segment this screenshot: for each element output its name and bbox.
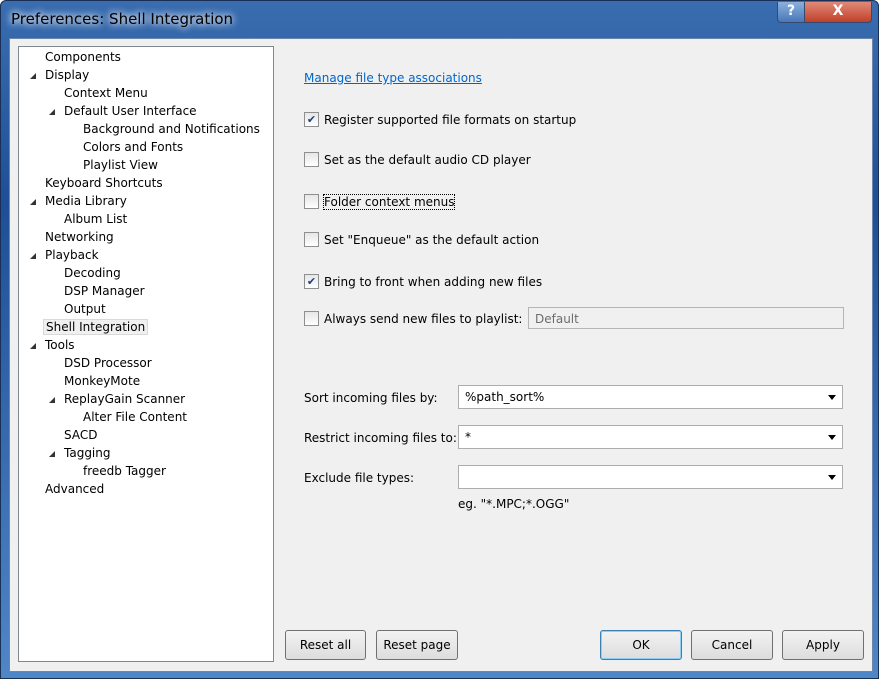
dialog-client: Components Display Context Menu Default Use…	[9, 38, 873, 672]
tree-item-label: Decoding	[64, 266, 121, 280]
sort-combo[interactable]: %path_sort%	[458, 385, 843, 409]
tree-item[interactable]: MonkeyMote	[62, 373, 142, 390]
tree-item[interactable]: Keyboard Shortcuts	[43, 175, 165, 192]
expand-triangle-icon[interactable]	[30, 73, 36, 79]
tree-item-label: Alter File Content	[83, 410, 187, 424]
reset-page-button[interactable]: Reset page	[376, 630, 458, 660]
dialog-window: Preferences: Shell Integration ? X Compo…	[0, 0, 879, 679]
tree-item-label: Shell Integration	[43, 319, 149, 335]
tree-item-label: Tools	[45, 338, 75, 352]
tree-item[interactable]: DSP Manager	[62, 283, 147, 300]
reset-all-button[interactable]: Reset all	[285, 630, 366, 660]
checkbox-box	[304, 194, 319, 209]
tree-item-label: Tagging	[64, 446, 111, 460]
register-formats-checkbox[interactable]: ✔ Register supported file formats on star…	[304, 112, 576, 128]
checkbox-box: ✔	[304, 112, 319, 127]
tree-item-label: Keyboard Shortcuts	[45, 176, 163, 190]
expand-triangle-icon[interactable]	[49, 109, 55, 115]
tree-item-label: freedb Tagger	[83, 464, 166, 478]
expand-triangle-icon[interactable]	[30, 199, 36, 205]
chevron-down-icon	[828, 435, 836, 440]
help-button[interactable]: ?	[777, 2, 805, 23]
window-title: Preferences: Shell Integration	[11, 10, 234, 28]
tree-item[interactable]: Alter File Content	[81, 409, 189, 426]
tree-item-label: ReplayGain Scanner	[64, 392, 186, 406]
tree-item-label: Colors and Fonts	[83, 140, 184, 154]
tree-item[interactable]: Background and Notifications	[81, 121, 262, 138]
tree-item[interactable]: Networking	[43, 229, 116, 246]
exclude-combo[interactable]	[458, 465, 843, 489]
tree-item-label: Networking	[45, 230, 114, 244]
checkbox-box	[304, 232, 319, 247]
tree-item[interactable]: Advanced	[43, 481, 106, 498]
apply-button[interactable]: Apply	[782, 630, 864, 660]
preferences-tree[interactable]: Components Display Context Menu Default Use…	[18, 46, 274, 662]
folder-context-menus-checkbox[interactable]: Folder context menus	[304, 194, 456, 210]
tree-item[interactable]: Default User Interface	[49, 103, 199, 120]
close-button[interactable]: X	[804, 2, 872, 23]
playlist-name-input[interactable]: Default	[528, 307, 844, 329]
tree-item-label: DSD Processor	[64, 356, 152, 370]
tree-item-label: Display	[45, 68, 90, 82]
sort-label: Sort incoming files by:	[304, 391, 438, 405]
tree-item-label: Playlist View	[83, 158, 158, 172]
cancel-button[interactable]: Cancel	[691, 630, 773, 660]
tree-item[interactable]: Playlist View	[81, 157, 160, 174]
restrict-label: Restrict incoming files to:	[304, 431, 457, 445]
tree-item-label: DSP Manager	[64, 284, 145, 298]
manage-file-types-link[interactable]: Manage file type associations	[304, 71, 482, 85]
tree-item-label: Default User Interface	[64, 104, 197, 118]
tree-item[interactable]: Media Library	[30, 193, 129, 210]
restrict-combo[interactable]: *	[458, 425, 843, 449]
tree-item-label: Output	[64, 302, 106, 316]
tree-item[interactable]: ReplayGain Scanner	[49, 391, 187, 408]
tree-item-label: Components	[45, 50, 121, 64]
send-to-playlist-checkbox[interactable]: Always send new files to playlist:	[304, 311, 522, 327]
tree-item[interactable]: Tools	[30, 337, 77, 354]
enqueue-default-checkbox[interactable]: Set "Enqueue" as the default action	[304, 232, 539, 248]
tree-item[interactable]: Tagging	[49, 445, 113, 462]
exclude-hint: eg. "*.MPC;*.OGG"	[458, 497, 570, 511]
expand-triangle-icon[interactable]	[30, 253, 36, 259]
chevron-down-icon	[828, 475, 836, 480]
tree-item-label: Media Library	[45, 194, 127, 208]
checkbox-box	[304, 311, 319, 326]
tree-item-label: SACD	[64, 428, 98, 442]
tree-item[interactable]: Shell Integration	[43, 319, 149, 336]
tree-item[interactable]: SACD	[62, 427, 99, 444]
tree-item[interactable]: Playback	[30, 247, 101, 264]
checkbox-box: ✔	[304, 274, 319, 289]
tree-item[interactable]: Colors and Fonts	[81, 139, 185, 156]
tree-item[interactable]: Context Menu	[62, 85, 150, 102]
tree-item-label: Playback	[45, 248, 99, 262]
tree-item[interactable]: Components	[43, 49, 123, 66]
tree-item[interactable]: Decoding	[62, 265, 123, 282]
tree-item[interactable]: Output	[62, 301, 108, 318]
tree-item-label: Context Menu	[64, 86, 148, 100]
tree-item-label: Advanced	[45, 482, 105, 496]
ok-button[interactable]: OK	[600, 630, 682, 660]
tree-item-label: Album List	[64, 212, 128, 226]
checkbox-box	[304, 152, 319, 167]
bring-to-front-checkbox[interactable]: ✔ Bring to front when adding new files	[304, 274, 542, 290]
tree-item[interactable]: Display	[30, 67, 91, 84]
tree-item[interactable]: Album List	[62, 211, 129, 228]
tree-item-label: Background and Notifications	[83, 122, 260, 136]
expand-triangle-icon[interactable]	[49, 397, 55, 403]
chevron-down-icon	[828, 395, 836, 400]
default-cd-player-checkbox[interactable]: Set as the default audio CD player	[304, 152, 531, 168]
expand-triangle-icon[interactable]	[30, 343, 36, 349]
expand-triangle-icon[interactable]	[49, 451, 55, 457]
exclude-label: Exclude file types:	[304, 471, 415, 485]
tree-item[interactable]: DSD Processor	[62, 355, 154, 372]
tree-item-label: MonkeyMote	[64, 374, 141, 388]
tree-item[interactable]: freedb Tagger	[81, 463, 168, 480]
